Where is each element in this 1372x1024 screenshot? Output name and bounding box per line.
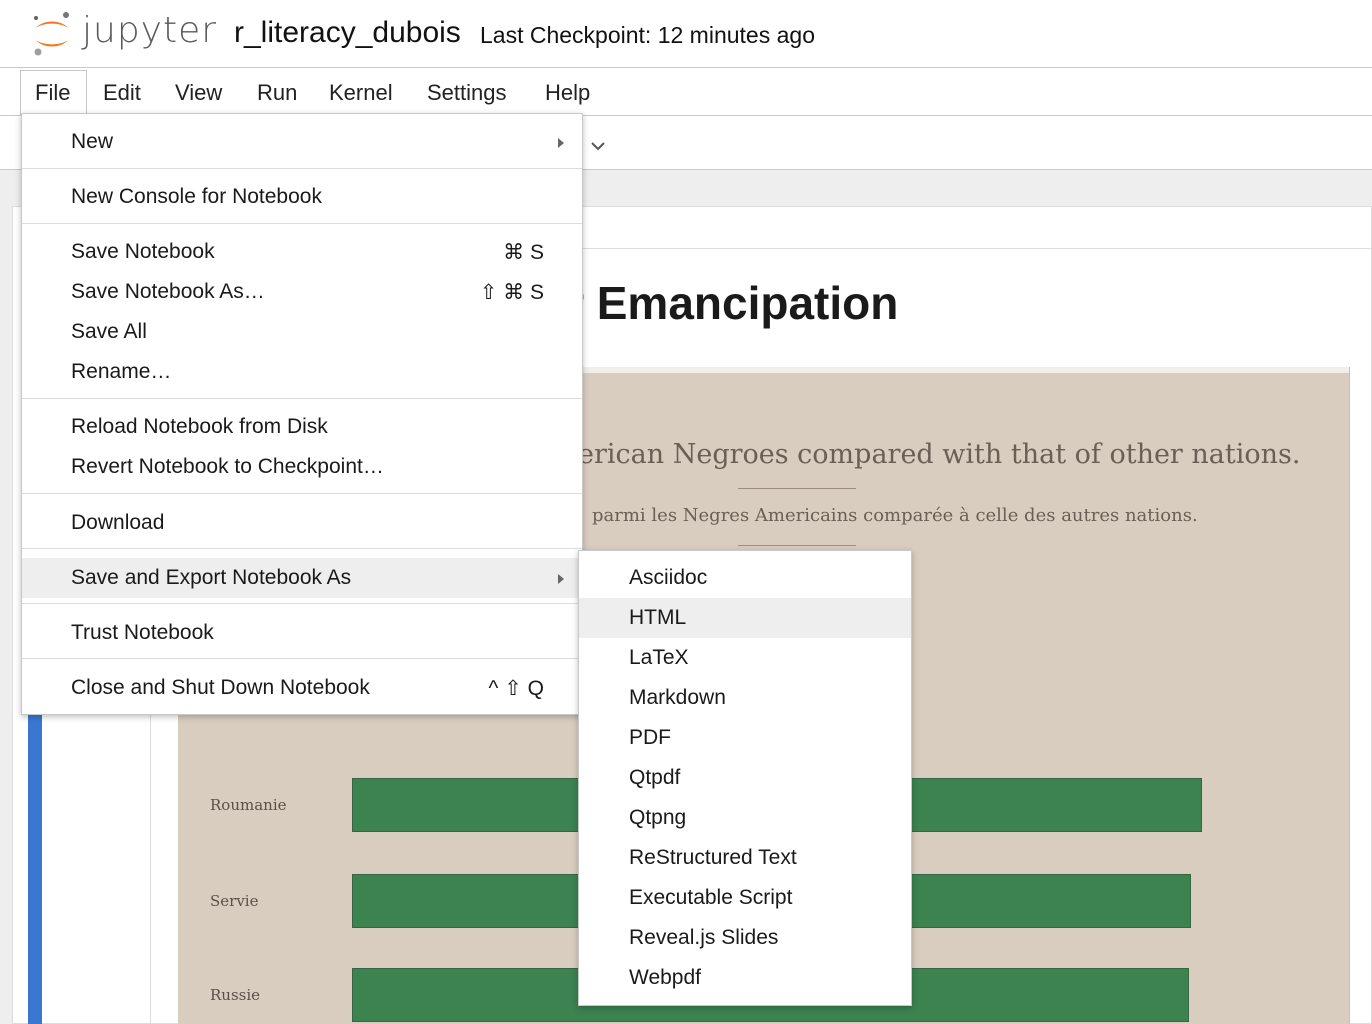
menu-item-label: Reload Notebook from Disk: [71, 415, 328, 438]
menu-item-label: Rename…: [71, 360, 172, 383]
menu-item-label: LaTeX: [629, 646, 689, 669]
menu-item-label: ReStructured Text: [629, 846, 797, 869]
active-cell-indicator: [28, 700, 42, 1024]
menu-item-label: New Console for Notebook: [71, 185, 322, 208]
file-dropdown-menu: New New Console for Notebook Save Notebo…: [21, 113, 583, 715]
menu-file[interactable]: File: [35, 80, 70, 106]
menu-item-new[interactable]: New: [22, 122, 582, 162]
export-pdf[interactable]: PDF: [579, 718, 911, 758]
menu-item-label: Qtpdf: [629, 766, 681, 789]
menu-item-label: Asciidoc: [629, 566, 708, 589]
export-markdown[interactable]: Markdown: [579, 678, 911, 718]
menu-view[interactable]: View: [175, 80, 222, 106]
menu-item-shortcut: ⌘ S: [503, 241, 544, 264]
menu-item-label: Trust Notebook: [71, 621, 214, 644]
menu-item-label: Save Notebook As…: [71, 280, 265, 303]
menu-item-download[interactable]: Download: [22, 503, 582, 543]
image-row-label: Roumanie: [210, 796, 287, 814]
menu-separator: [22, 493, 582, 494]
menu-separator: [22, 223, 582, 224]
menu-item-label: Webpdf: [629, 966, 701, 989]
menu-run[interactable]: Run: [257, 80, 297, 106]
menu-item-close-and-shutdown[interactable]: Close and Shut Down Notebook ^ ⇧ Q: [22, 668, 582, 708]
menu-settings[interactable]: Settings: [427, 80, 507, 106]
chevron-down-icon[interactable]: [588, 136, 608, 156]
menu-separator: [22, 548, 582, 549]
image-caption-english: erican Negroes compared with that of oth…: [578, 439, 1301, 470]
menu-item-label: Close and Shut Down Notebook: [71, 676, 370, 699]
menu-item-label: HTML: [629, 606, 687, 629]
menu-item-shortcut: ^ ⇧ Q: [488, 677, 544, 700]
menu-item-save-notebook[interactable]: Save Notebook ⌘ S: [22, 232, 582, 272]
menu-item-new-console[interactable]: New Console for Notebook: [22, 177, 582, 217]
export-submenu: Asciidoc HTML LaTeX Markdown PDF Qtpdf Q…: [578, 550, 912, 1006]
jupyter-wordmark: jupyter: [82, 10, 218, 51]
menu-item-label: Qtpng: [629, 806, 687, 829]
menu-item-reload-from-disk[interactable]: Reload Notebook from Disk: [22, 407, 582, 447]
menu-item-label: Reveal.js Slides: [629, 926, 779, 949]
menu-bar: File Edit View Run Kernel Settings Help: [0, 68, 1372, 118]
menu-separator: [22, 603, 582, 604]
export-executable-script[interactable]: Executable Script: [579, 878, 911, 918]
submenu-arrow-icon: [558, 138, 564, 148]
menu-item-save-and-export[interactable]: Save and Export Notebook As: [22, 558, 582, 598]
menu-help[interactable]: Help: [545, 80, 590, 106]
checkpoint-status: Last Checkpoint: 12 minutes ago: [480, 22, 815, 48]
export-restructured-text[interactable]: ReStructured Text: [579, 838, 911, 878]
menu-item-label: PDF: [629, 726, 671, 749]
submenu-arrow-icon: [558, 574, 564, 584]
menu-item-label: Executable Script: [629, 886, 793, 909]
image-rule: [738, 545, 856, 546]
top-header: jupyter r_literacy_dubois Last Checkpoin…: [0, 0, 1372, 68]
export-qtpng[interactable]: Qtpng: [579, 798, 911, 838]
menu-item-label: Save Notebook: [71, 240, 215, 263]
notebook-title[interactable]: r_literacy_dubois: [234, 16, 461, 50]
export-webpdf[interactable]: Webpdf: [579, 958, 911, 998]
jupyter-logo-icon[interactable]: [30, 8, 74, 58]
menu-item-trust-notebook[interactable]: Trust Notebook: [22, 613, 582, 653]
export-revealjs-slides[interactable]: Reveal.js Slides: [579, 918, 911, 958]
menu-item-save-notebook-as[interactable]: Save Notebook As… ⇧ ⌘ S: [22, 272, 582, 312]
image-row-label: Servie: [210, 892, 259, 910]
menu-item-rename[interactable]: Rename…: [22, 352, 582, 392]
export-qtpdf[interactable]: Qtpdf: [579, 758, 911, 798]
menu-item-save-all[interactable]: Save All: [22, 312, 582, 352]
menu-kernel[interactable]: Kernel: [329, 80, 393, 106]
menu-item-label: Save All: [71, 320, 147, 343]
menu-separator: [22, 398, 582, 399]
menu-separator: [22, 168, 582, 169]
menu-item-revert-to-checkpoint[interactable]: Revert Notebook to Checkpoint…: [22, 447, 582, 487]
export-latex[interactable]: LaTeX: [579, 638, 911, 678]
menu-item-label: New: [71, 130, 114, 153]
menu-item-label: Download: [71, 511, 165, 534]
image-rule: [738, 488, 856, 489]
menu-item-label: Revert Notebook to Checkpoint…: [71, 455, 384, 478]
export-html[interactable]: HTML: [579, 598, 911, 638]
menu-separator: [22, 658, 582, 659]
menu-item-shortcut: ⇧ ⌘ S: [479, 281, 544, 304]
image-caption-french: parmi les Negres Americains comparée à c…: [592, 505, 1198, 526]
menu-item-label: Save and Export Notebook As: [71, 566, 352, 589]
menu-item-label: Markdown: [629, 686, 726, 709]
export-asciidoc[interactable]: Asciidoc: [579, 558, 911, 598]
cell-gutter-divider: [150, 700, 151, 1024]
menu-edit[interactable]: Edit: [103, 80, 141, 106]
image-row-label: Russie: [210, 986, 261, 1004]
